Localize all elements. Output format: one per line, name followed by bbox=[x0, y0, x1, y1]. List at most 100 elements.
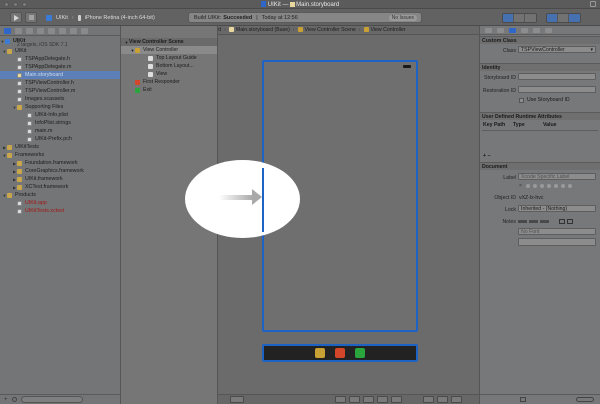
class-field[interactable]: TSPViewController ▾ bbox=[518, 46, 596, 53]
file-inspector-tab-icon[interactable] bbox=[485, 28, 492, 33]
label-field[interactable]: Xcode Specific Label bbox=[518, 173, 596, 180]
outline-row[interactable]: ▼ View Controller Scene bbox=[121, 38, 217, 46]
resolve-auto-layout-icon[interactable] bbox=[377, 396, 388, 403]
jump-bar-item[interactable]: View Controller Scene bbox=[297, 27, 356, 33]
format-dropdown-icon[interactable] bbox=[567, 219, 573, 224]
attributes-inspector-tab-icon[interactable] bbox=[521, 28, 528, 33]
issue-navigator-tab-icon[interactable] bbox=[37, 28, 44, 34]
navigator-row[interactable]: UIKit-Prefix.pch bbox=[0, 135, 120, 143]
navigator-row[interactable]: ▼ Supporting Files bbox=[0, 103, 120, 111]
color-well-icon[interactable] bbox=[559, 219, 565, 224]
scheme-app: UIKit bbox=[56, 15, 68, 21]
resizing-behavior-icon[interactable] bbox=[391, 396, 402, 403]
navigator-row[interactable]: UIKit-Info.plist bbox=[0, 111, 120, 119]
scheme-selector[interactable]: UIKit › iPhone Retina (4-inch 64-bit) bbox=[46, 13, 155, 23]
align-icon[interactable] bbox=[349, 396, 360, 403]
storyboard-id-field[interactable] bbox=[518, 73, 596, 80]
label-color-blue-icon[interactable] bbox=[554, 184, 558, 188]
navigator-row[interactable]: InfoPlist.strings bbox=[0, 119, 120, 127]
stop-button[interactable] bbox=[25, 12, 37, 23]
outline-row[interactable]: View bbox=[121, 70, 217, 78]
quick-help-tab-icon[interactable] bbox=[497, 28, 504, 33]
key-path-column-header[interactable]: Key Path bbox=[483, 122, 505, 128]
navigator-row[interactable]: main.m bbox=[0, 127, 120, 135]
size-class-icon[interactable] bbox=[335, 396, 346, 403]
navigator-row[interactable]: TSPViewController.h bbox=[0, 79, 120, 87]
breakpoint-navigator-tab-icon[interactable] bbox=[70, 28, 77, 34]
navigator-row[interactable]: ▶ UIKitTests bbox=[0, 143, 120, 151]
type-column-header[interactable]: Type bbox=[513, 122, 525, 128]
zoom-out-icon[interactable] bbox=[423, 396, 434, 403]
navigator-toggle-button[interactable] bbox=[547, 14, 558, 22]
navigator-row[interactable]: UIKitTests.xctest bbox=[0, 207, 120, 215]
utilities-toggle-button[interactable] bbox=[569, 14, 580, 22]
outline-row[interactable]: Exit bbox=[121, 86, 217, 94]
test-navigator-tab-icon[interactable] bbox=[48, 28, 55, 34]
search-navigator-tab-icon[interactable] bbox=[26, 28, 33, 34]
zoom-fit-icon[interactable] bbox=[437, 396, 448, 403]
assistant-editor-button[interactable] bbox=[514, 14, 525, 22]
navigator-filter-field[interactable] bbox=[20, 396, 83, 403]
identity-inspector-tab-icon[interactable] bbox=[509, 28, 516, 33]
navigator-row[interactable]: Main.storyboard bbox=[0, 71, 120, 79]
fullscreen-icon[interactable] bbox=[590, 1, 596, 7]
label-color-red-icon[interactable] bbox=[526, 184, 530, 188]
dropdown-arrow-icon[interactable]: ▾ bbox=[590, 47, 593, 53]
zoom-in-icon[interactable] bbox=[451, 396, 462, 403]
log-navigator-tab-icon[interactable] bbox=[81, 28, 88, 34]
label-color-orange-icon[interactable] bbox=[533, 184, 537, 188]
style-icon[interactable] bbox=[540, 220, 549, 223]
add-remove-attribute-buttons[interactable]: + − bbox=[483, 153, 491, 159]
navigator-row[interactable]: ▶ XCTest.framework bbox=[0, 183, 120, 191]
library-search-icon[interactable] bbox=[576, 397, 594, 402]
connections-inspector-tab-icon[interactable] bbox=[545, 28, 552, 33]
alignment-icon[interactable] bbox=[529, 220, 538, 223]
navigator-row[interactable]: ▶ UIKit.framework bbox=[0, 175, 120, 183]
version-editor-button[interactable] bbox=[525, 14, 536, 22]
navigator-row[interactable]: TSPViewController.m bbox=[0, 87, 120, 95]
debug-area-toggle-button[interactable] bbox=[558, 14, 569, 22]
label-color-none-icon[interactable]: × bbox=[519, 184, 523, 189]
navigator-row[interactable]: UIKit.app bbox=[0, 199, 120, 207]
symbol-navigator-tab-icon[interactable] bbox=[15, 28, 22, 34]
navigator-row[interactable]: ▼ Products bbox=[0, 191, 120, 199]
outline-row[interactable]: ▼ View Controller bbox=[121, 46, 217, 54]
outline-row[interactable]: Bottom Layout... bbox=[121, 62, 217, 70]
navigator-row[interactable]: ▼ UIKit bbox=[0, 47, 120, 55]
label-color-purple-icon[interactable] bbox=[561, 184, 565, 188]
restoration-id-field[interactable] bbox=[518, 86, 596, 93]
notes-font-field[interactable]: No Font bbox=[518, 228, 596, 235]
value-column-header[interactable]: Value bbox=[543, 122, 557, 128]
initial-view-controller-arrow[interactable] bbox=[219, 195, 253, 200]
exit-icon[interactable] bbox=[355, 348, 365, 358]
notes-text-area[interactable] bbox=[518, 238, 596, 246]
view-controller-icon[interactable] bbox=[315, 348, 325, 358]
lock-popup[interactable]: Inherited - (Nothing) bbox=[518, 205, 596, 212]
use-storyboard-id-checkbox[interactable] bbox=[519, 98, 524, 103]
pin-icon[interactable] bbox=[363, 396, 374, 403]
project-navigator-tab-icon[interactable] bbox=[4, 28, 11, 34]
label-color-yellow-icon[interactable] bbox=[540, 184, 544, 188]
label-color-gray-icon[interactable] bbox=[568, 184, 572, 188]
size-inspector-tab-icon[interactable] bbox=[533, 28, 540, 33]
navigator-row[interactable]: ▼ Frameworks bbox=[0, 151, 120, 159]
jump-bar-item[interactable]: View Controller bbox=[363, 27, 406, 33]
outline-row[interactable]: First Responder bbox=[121, 78, 217, 86]
navigator-row[interactable]: TSPAppDelegate.h bbox=[0, 55, 120, 63]
library-grid-icon[interactable] bbox=[520, 397, 526, 402]
font-size-icon[interactable] bbox=[518, 220, 527, 223]
add-file-icon[interactable]: + bbox=[4, 397, 8, 403]
navigator-row[interactable]: ▶ CoreGraphics.framework bbox=[0, 167, 120, 175]
jump-bar-item[interactable]: Main.storyboard (Base) bbox=[228, 27, 290, 33]
debug-navigator-tab-icon[interactable] bbox=[59, 28, 66, 34]
standard-editor-button[interactable] bbox=[503, 14, 514, 22]
show-outline-button[interactable] bbox=[230, 396, 244, 403]
navigator-row[interactable]: TSPAppDelegate.m bbox=[0, 63, 120, 71]
label-color-green-icon[interactable] bbox=[547, 184, 551, 188]
navigator-row[interactable]: Images.xcassets bbox=[0, 95, 120, 103]
issues-badge[interactable]: No Issues bbox=[388, 15, 417, 21]
run-button[interactable] bbox=[10, 12, 22, 23]
outline-row[interactable]: Top Layout Guide bbox=[121, 54, 217, 62]
first-responder-icon[interactable] bbox=[335, 348, 345, 358]
navigator-row[interactable]: ▶ Foundation.framework bbox=[0, 159, 120, 167]
